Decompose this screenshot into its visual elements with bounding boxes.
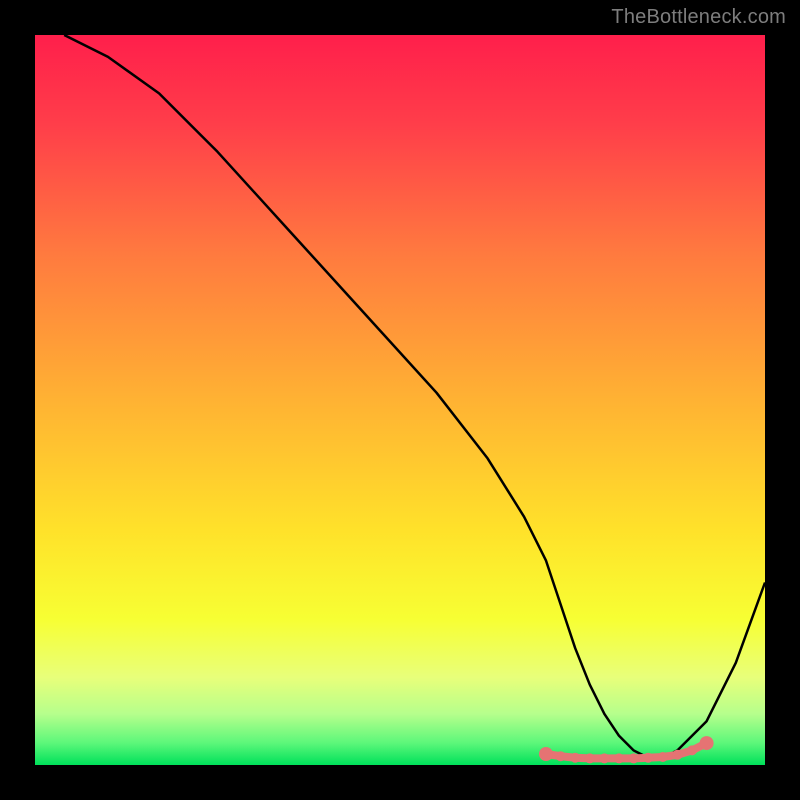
optimal-marker-dot bbox=[629, 753, 639, 763]
chart-container: TheBottleneck.com bbox=[0, 0, 800, 800]
optimal-marker-dot bbox=[556, 751, 566, 761]
plot-area bbox=[35, 35, 765, 765]
optimal-marker-dot bbox=[585, 753, 595, 763]
optimal-marker-dot bbox=[700, 736, 714, 750]
optimal-marker-dot bbox=[672, 750, 682, 760]
optimal-marker-dot bbox=[539, 747, 553, 761]
optimal-marker-dot bbox=[570, 753, 580, 763]
optimal-marker-dot bbox=[687, 745, 697, 755]
attribution-text: TheBottleneck.com bbox=[611, 6, 786, 29]
optimal-marker-dot bbox=[599, 753, 609, 763]
optimal-marker-dot bbox=[614, 753, 624, 763]
optimal-marker-dot bbox=[643, 753, 653, 763]
optimal-marker-dot bbox=[658, 752, 668, 762]
bottleneck-chart bbox=[0, 0, 800, 800]
